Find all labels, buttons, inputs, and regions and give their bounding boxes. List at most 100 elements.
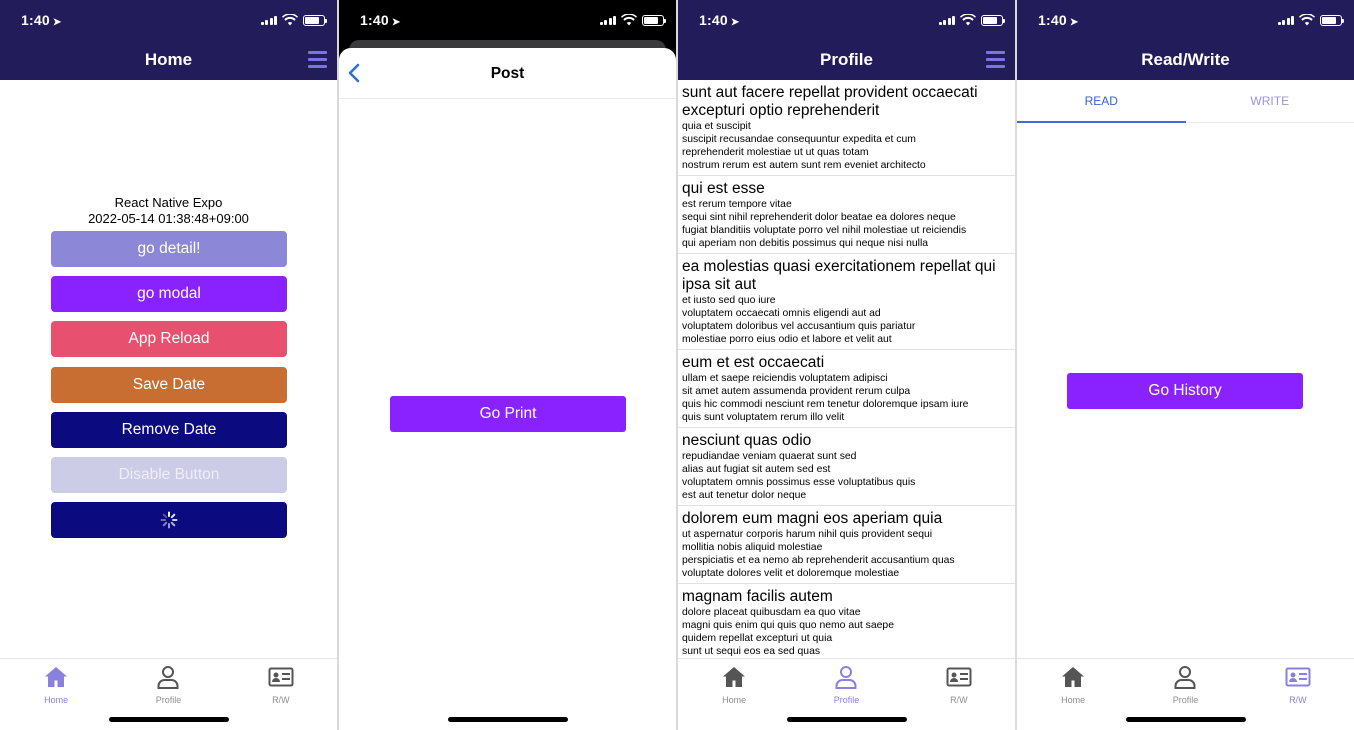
modal-sheet: Post Go Print xyxy=(339,48,676,730)
id-card-icon xyxy=(1285,667,1311,687)
status-bar: 1:40 ➤ xyxy=(1017,0,1354,40)
battery-icon xyxy=(1320,14,1344,26)
page-title: Home xyxy=(144,50,193,69)
wifi-icon xyxy=(621,14,637,26)
wifi-icon xyxy=(1299,14,1315,26)
location-arrow-icon: ➤ xyxy=(52,17,62,28)
current-date: 2022-05-14 01:38:48+09:00 xyxy=(88,211,249,226)
tab-read[interactable]: READ xyxy=(1017,80,1186,123)
modal-header: Post xyxy=(339,48,676,99)
menu-icon[interactable] xyxy=(986,51,1005,68)
status-time: 1:40 ➤ xyxy=(699,12,740,28)
tab-rw[interactable]: R/W xyxy=(225,659,337,730)
home-icon xyxy=(1062,667,1085,687)
location-arrow-icon: ➤ xyxy=(730,17,740,28)
post-title: qui est esse xyxy=(682,180,765,197)
list-item[interactable]: nesciunt quas odio repudiandae veniam qua… xyxy=(678,428,1015,506)
home-icon xyxy=(45,667,68,687)
go-print-button[interactable]: Go Print xyxy=(390,396,626,432)
id-card-icon xyxy=(268,667,294,687)
post-title: nesciunt quas odio xyxy=(682,432,812,449)
tab-home[interactable]: Home xyxy=(678,659,790,730)
home-indicator xyxy=(108,717,229,722)
list-item[interactable]: magnam facilis autem dolore placeat quibu… xyxy=(678,584,1015,658)
list-item[interactable]: eum et est occaecati ullam et saepe reici… xyxy=(678,350,1015,428)
person-icon xyxy=(157,666,179,689)
tab-rw[interactable]: R/W xyxy=(903,659,1015,730)
readwrite-screen: Read/Write 1:40 ➤ READ WRITE Go History H… xyxy=(1017,0,1354,730)
app-name: React Native Expo xyxy=(114,195,223,210)
home-indicator xyxy=(1125,717,1246,722)
spinner-icon xyxy=(160,511,178,529)
tab-rw-label: R/W xyxy=(950,695,968,705)
post-list[interactable]: sunt aut facere repellat provident occae… xyxy=(678,80,1015,658)
loading-button[interactable] xyxy=(51,502,287,538)
top-tabs: READ WRITE xyxy=(1017,80,1354,123)
location-arrow-icon: ➤ xyxy=(1069,17,1079,28)
signal-icon xyxy=(260,15,277,25)
menu-icon[interactable] xyxy=(308,51,327,68)
wifi-icon xyxy=(282,14,298,26)
list-item[interactable]: dolorem eum magni eos aperiam quia ut asp… xyxy=(678,506,1015,584)
post-body: quia et suscipit suscipit recusandae con… xyxy=(682,121,926,171)
tab-profile-label: Profile xyxy=(155,695,182,705)
go-history-button[interactable]: Go History xyxy=(1067,373,1303,409)
status-bar: 1:40 ➤ xyxy=(0,0,337,40)
tab-profile-label: Profile xyxy=(833,695,860,705)
id-card-icon xyxy=(946,667,972,687)
home-screen: Home 1:40 ➤ React Native Expo 2022-05-14 … xyxy=(0,0,337,730)
tab-home[interactable]: Home xyxy=(0,659,112,730)
person-icon xyxy=(1174,666,1196,689)
post-body: repudiandae veniam quaerat sunt sed alia… xyxy=(682,451,916,501)
post-body: dolore placeat quibusdam ea quo vitae ma… xyxy=(682,607,894,657)
post-body: ullam et saepe reiciendis voluptatem adi… xyxy=(682,373,969,423)
remove-date-button[interactable]: Remove Date xyxy=(51,412,287,448)
modal-title: Post xyxy=(490,65,525,82)
go-modal-button[interactable]: go modal xyxy=(51,276,287,312)
list-item[interactable]: ea molestias quasi exercitationem repell… xyxy=(678,254,1015,350)
status-time: 1:40 ➤ xyxy=(1038,12,1079,28)
tab-rw-label: R/W xyxy=(272,695,290,705)
tab-home[interactable]: Home xyxy=(1017,659,1129,730)
location-arrow-icon: ➤ xyxy=(391,17,401,28)
status-bar: 1:40 ➤ xyxy=(339,0,676,40)
post-title: eum et est occaecati xyxy=(682,354,825,371)
post-title: sunt aut facere repellat provident occae… xyxy=(682,84,978,119)
post-body: et iusto sed quo iure voluptatem occaeca… xyxy=(682,295,916,345)
battery-icon xyxy=(642,14,666,26)
wifi-icon xyxy=(960,14,976,26)
signal-icon xyxy=(599,15,616,25)
post-title: dolorem eum magni eos aperiam quia xyxy=(682,510,943,527)
tab-home-label: Home xyxy=(44,695,69,705)
signal-icon xyxy=(938,15,955,25)
tab-rw-label: R/W xyxy=(1289,695,1307,705)
battery-icon xyxy=(981,14,1005,26)
page-title: Read/Write xyxy=(1141,50,1230,69)
post-body: est rerum tempore vitae sequi sint nihil… xyxy=(682,199,967,249)
home-indicator xyxy=(447,717,568,722)
person-icon xyxy=(835,666,857,689)
tab-profile-label: Profile xyxy=(1172,695,1199,705)
tab-write[interactable]: WRITE xyxy=(1186,80,1354,122)
post-body: ut aspernatur corporis harum nihil quis … xyxy=(682,529,955,579)
post-title: magnam facilis autem xyxy=(682,588,833,605)
post-title: ea molestias quasi exercitationem repell… xyxy=(682,258,996,293)
tab-home-label: Home xyxy=(1061,695,1086,705)
page-title: Profile xyxy=(820,50,873,69)
app-reload-button[interactable]: App Reload xyxy=(51,321,287,357)
modal-screen: 1:40 ➤ Post Go Print xyxy=(339,0,676,730)
status-bar: 1:40 ➤ xyxy=(678,0,1015,40)
home-icon xyxy=(723,667,746,687)
tab-rw[interactable]: R/W xyxy=(1242,659,1354,730)
save-date-button[interactable]: Save Date xyxy=(51,367,287,403)
go-detail-button[interactable]: go detail! xyxy=(51,231,287,267)
profile-screen: Profile 1:40 ➤ sunt aut facere repellat p… xyxy=(678,0,1015,730)
tab-home-label: Home xyxy=(722,695,747,705)
status-time: 1:40 ➤ xyxy=(21,12,62,28)
list-item[interactable]: sunt aut facere repellat provident occae… xyxy=(678,80,1015,176)
signal-icon xyxy=(1277,15,1294,25)
app-info: React Native Expo 2022-05-14 01:38:48+09… xyxy=(0,195,337,227)
list-item[interactable]: qui est esse est rerum tempore vitae sequ… xyxy=(678,176,1015,254)
disable-button: Disable Button xyxy=(51,457,287,493)
home-indicator xyxy=(786,717,907,722)
